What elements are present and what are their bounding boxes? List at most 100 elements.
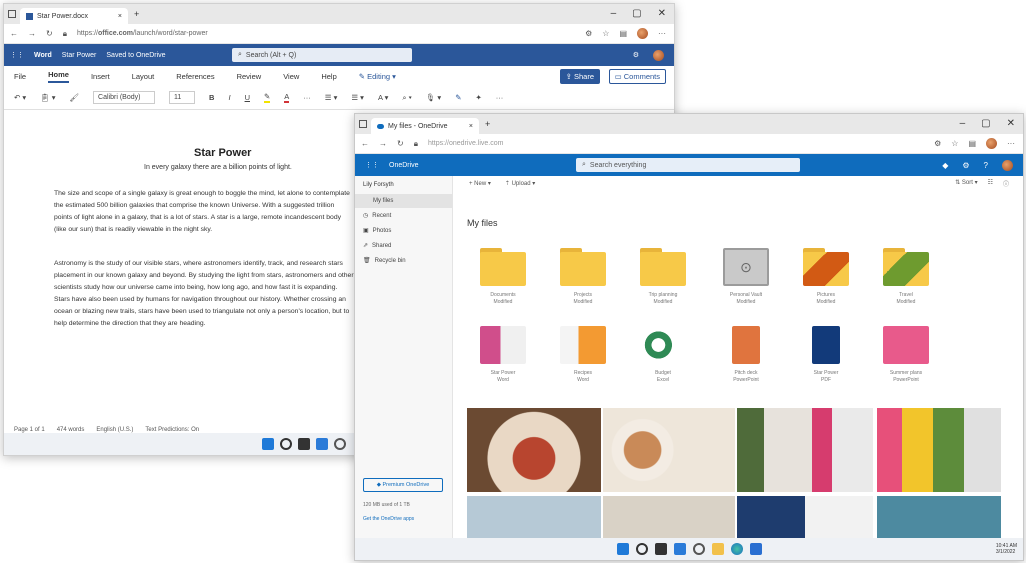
more-font-icon[interactable]: ··· [303,93,311,102]
sidebar-item-my-files[interactable]: My files [355,194,452,208]
more-icon[interactable]: ··· [658,29,666,38]
taskbar-search-icon[interactable] [280,438,292,450]
od-minimize-icon[interactable]: – [960,118,966,129]
details-pane-icon[interactable]: ⓘ [1003,179,1009,188]
account-avatar[interactable] [653,49,664,61]
menu-insert[interactable]: Insert [91,72,110,81]
od-new-tab-button[interactable]: + [485,119,490,129]
folder-item[interactable]: Trip planning Modified [633,248,693,306]
font-color-icon[interactable]: A [284,92,290,103]
od-collections-icon[interactable]: ▤ [968,139,976,148]
font-name-select[interactable]: Calibri (Body) [93,91,156,104]
menu-references[interactable]: References [176,72,214,81]
od-tab-close-icon[interactable]: × [469,123,473,130]
browser-tab-word[interactable]: Star Power.docx × [20,8,128,24]
od-maximize-icon[interactable]: ▢ [981,118,990,129]
od-address-input[interactable]: https://onedrive.live.com [428,140,503,147]
paste-icon[interactable]: 📋︎ ▾ [40,93,55,102]
od-favorites-icon[interactable]: ☆ [951,139,958,148]
minimize-icon[interactable]: – [611,8,617,19]
italic-button[interactable]: I [228,93,230,102]
font-size-select[interactable]: 11 [169,91,196,104]
od-close-icon[interactable]: ✕ [1007,118,1015,129]
store-icon[interactable] [749,543,762,555]
tab-actions-icon[interactable] [8,10,16,18]
folder-item[interactable]: Projects Modified [553,248,613,306]
od-taskbar-search-icon[interactable] [635,543,648,555]
sidebar-item-recycle[interactable]: 🗑︎ Recycle bin [355,253,452,268]
menu-layout[interactable]: Layout [132,72,155,81]
photo-tile-kids[interactable] [467,496,601,540]
bullets-icon[interactable]: ☰ ▾ [325,93,338,102]
forward-icon[interactable]: → [28,29,36,38]
get-apps-link[interactable]: Get the OneDrive apps [363,516,414,522]
edge-icon[interactable] [730,543,743,555]
app-launcher-icon[interactable]: ⋮⋮ [10,51,24,59]
premium-diamond-icon[interactable]: ◆ [942,161,948,170]
chat-icon[interactable] [334,438,346,450]
widgets-icon[interactable] [316,438,328,450]
file-item[interactable]: Star Power PDF [796,326,856,384]
dictate-icon[interactable]: 🎙︎ ▾ [426,93,441,102]
folder-item[interactable]: Pictures Modified [796,248,856,306]
sort-button[interactable]: ⇅ Sort ▾ [955,179,977,188]
photo-tile-people[interactable] [737,408,873,492]
comments-button[interactable]: ▭ Comments [608,68,666,84]
collections-icon[interactable]: ▤ [619,29,627,38]
od-widgets-icon[interactable] [673,543,686,555]
sidebar-item-shared[interactable]: ⇗ Shared [355,238,452,253]
od-help-icon[interactable]: ? [984,161,988,170]
photo-tile-person[interactable] [603,496,735,540]
editing-mode-button[interactable]: ✎ Editing ▾ [359,72,396,81]
file-item[interactable]: Star Power Word [473,326,533,384]
file-item[interactable]: Pitch deck PowerPoint [716,326,776,384]
ribbon-more-icon[interactable]: ··· [496,93,504,102]
menu-review[interactable]: Review [237,72,262,81]
view-options-icon[interactable]: ☷ [988,179,993,188]
tab-close-icon[interactable]: × [118,13,122,20]
photo-tile-building[interactable] [737,496,873,540]
editor-icon[interactable]: ✎ [455,93,461,102]
menu-help[interactable]: Help [321,72,336,81]
new-button[interactable]: + New ▾ [469,180,491,187]
browser-tab-onedrive[interactable]: My files - OneDrive × [371,118,479,134]
od-back-icon[interactable]: ← [361,139,369,148]
underline-button[interactable]: U [245,93,250,102]
extensions-icon[interactable]: ⚙ [585,29,592,38]
format-painter-icon[interactable]: 🖌︎ [70,93,80,102]
menu-home[interactable]: Home [48,70,69,83]
photo-tile-landscape[interactable] [877,496,1001,540]
close-icon[interactable]: ✕ [658,8,666,19]
share-button[interactable]: ⇪ Share [559,68,600,84]
vault-item[interactable]: ⊙ Personal Vault Modified [716,248,776,306]
numbering-icon[interactable]: ☰ ▾ [351,93,364,102]
od-app-name[interactable]: OneDrive [389,162,419,169]
photo-tile-shoes[interactable] [877,408,1001,492]
file-item[interactable]: Budget Excel [633,326,693,384]
od-search-input[interactable]: ⌕ Search everything [576,158,800,172]
designer-icon[interactable]: ✦ [476,93,482,102]
od-extensions-icon[interactable]: ⚙ [934,139,941,148]
od-start-icon[interactable] [616,543,629,555]
file-explorer-icon[interactable] [711,543,724,555]
od-profile-avatar[interactable] [986,138,997,149]
file-item[interactable]: Summer plans PowerPoint [876,326,936,384]
od-chat-icon[interactable] [692,543,705,555]
od-tab-actions-icon[interactable] [359,120,367,128]
address-input[interactable]: https://office.com/launch/word/star-powe… [77,30,208,37]
od-settings-icon[interactable]: ⚙ [962,161,969,170]
settings-icon[interactable]: ⚙ [633,51,639,59]
upload-button[interactable]: ⇡ Upload ▾ [505,180,535,187]
new-tab-button[interactable]: + [134,9,139,19]
bold-button[interactable]: B [209,93,214,102]
taskview-icon[interactable] [298,438,310,450]
od-account-avatar[interactable] [1002,159,1013,171]
folder-item[interactable]: Documents Modified [473,248,533,306]
od-refresh-icon[interactable]: ↻ [397,139,404,148]
start-icon[interactable] [262,438,274,450]
search-input[interactable]: ⌕ Search (Alt + Q) [232,48,412,62]
highlight-icon[interactable]: ✎ [263,92,271,103]
file-item[interactable]: Recipes Word [553,326,613,384]
od-taskview-icon[interactable] [654,543,667,555]
undo-icon[interactable]: ↶ ▾ [14,93,26,102]
